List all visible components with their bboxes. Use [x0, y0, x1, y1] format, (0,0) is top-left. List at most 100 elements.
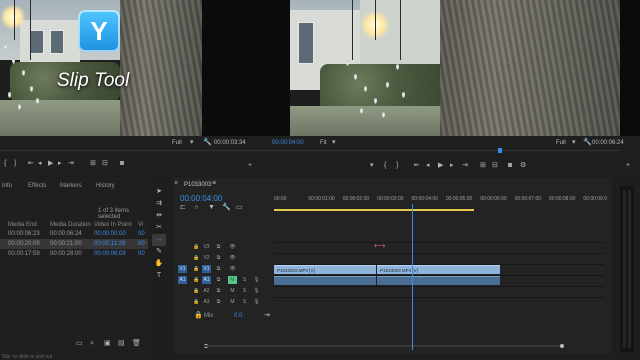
mark-in-icon[interactable]: { [4, 160, 6, 168]
program-fit-select[interactable]: Fit [320, 140, 327, 146]
table-row[interactable]: 00:00:06:23 00:00:06:24 00:00:00:00 00 [0, 229, 148, 239]
new-bin-icon[interactable]: ▣ [104, 340, 111, 348]
extract-icon[interactable]: ⊟ [492, 162, 498, 170]
source-timecode[interactable]: 00:00:03:34 [214, 140, 246, 146]
audio-clip[interactable] [377, 276, 500, 285]
ripple-edit-icon[interactable]: ⇹ [152, 210, 166, 222]
lock-icon[interactable]: 🔒 [192, 243, 201, 251]
tab-effects[interactable]: Effects [28, 183, 46, 189]
microphone-icon[interactable]: 🎙 [252, 287, 261, 295]
go-to-out-icon[interactable]: ⇥ [68, 160, 74, 168]
solo-button[interactable]: S [240, 298, 249, 306]
table-row-selected[interactable]: 00:00:20:09 00:00:21:00 00:00:11:29 00 [0, 239, 148, 249]
mute-button[interactable]: M [228, 298, 237, 306]
track-target[interactable]: A2 [202, 287, 211, 295]
sequence-tab[interactable]: P1033003 [184, 182, 211, 188]
add-marker-icon[interactable]: ▼ [208, 204, 215, 212]
mute-button[interactable]: M [228, 287, 237, 295]
sync-lock-icon[interactable]: ⧉ [214, 265, 223, 273]
program-playhead-timecode[interactable]: 00:00:04:00 [272, 140, 304, 146]
go-to-end-icon[interactable]: ⇥ [264, 312, 270, 320]
chevron-down-icon[interactable]: ▾ [572, 139, 576, 147]
settings-wrench-icon[interactable]: 🔧 [222, 204, 231, 212]
col-video-in-point[interactable]: Video In Point [94, 222, 131, 228]
captions-icon[interactable]: ▭ [236, 204, 243, 212]
new-item-icon[interactable]: ▤ [118, 340, 125, 348]
track-target[interactable]: V3 [202, 243, 211, 251]
tab-info[interactable]: Info [2, 183, 12, 189]
mark-out-icon[interactable]: } [14, 160, 16, 168]
microphone-icon[interactable]: 🎙 [252, 276, 261, 284]
menu-icon[interactable]: ≡ [212, 180, 216, 188]
source-patch[interactable] [178, 298, 187, 306]
step-back-icon[interactable]: ◂ [38, 160, 42, 168]
pen-tool-icon[interactable]: ✎ [152, 246, 166, 258]
play-icon[interactable]: ▶ [438, 162, 443, 170]
selection-tool-icon[interactable]: ➤ [152, 186, 166, 198]
track-target[interactable]: V2 [202, 254, 211, 262]
audio-clip[interactable] [274, 276, 377, 285]
source-patch[interactable] [178, 287, 187, 295]
work-area-bar[interactable] [274, 209, 474, 211]
timeline-timecode[interactable]: 00:00:04:00 [180, 194, 222, 203]
cell-video-in[interactable]: 00:00:00:00 [94, 229, 126, 239]
chevron-down-icon[interactable]: ▾ [190, 139, 194, 147]
mark-in-icon[interactable]: { [384, 162, 386, 170]
lock-icon[interactable]: 🔒 [192, 254, 201, 262]
source-patch[interactable]: A1 [178, 276, 187, 284]
step-forward-icon[interactable]: ▸ [450, 162, 454, 170]
insert-icon[interactable]: ⊞ [90, 160, 96, 168]
cell-video-in[interactable]: 00:00:06:09 [94, 249, 126, 259]
microphone-icon[interactable]: 🎙 [252, 298, 261, 306]
mix-value[interactable]: 0.0 [234, 313, 242, 319]
folder-icon[interactable]: ▭ [76, 340, 83, 348]
program-zoom-select[interactable]: Full [556, 140, 566, 146]
program-scrub-bar[interactable] [270, 150, 620, 151]
lock-icon[interactable]: 🔒 [192, 298, 201, 306]
slip-tool-icon[interactable]: ↔ [152, 234, 166, 246]
solo-button[interactable]: S [240, 287, 249, 295]
search-icon[interactable]: ⌕ [90, 340, 94, 348]
track-area[interactable]: P1033002.MP4 [V] P1033003.MP4 [V] [274, 242, 604, 322]
sync-lock-icon[interactable]: ⧉ [214, 298, 223, 306]
add-button-icon[interactable]: + [248, 162, 252, 170]
type-tool-icon[interactable]: T [152, 270, 166, 282]
wrench-icon[interactable]: 🔧 [583, 139, 592, 147]
step-back-icon[interactable]: ◂ [426, 162, 430, 170]
source-zoom-select[interactable]: Full [172, 140, 182, 146]
track-target[interactable]: A1 [202, 276, 211, 284]
tab-markers[interactable]: Markers [60, 183, 82, 189]
program-monitor-frame[interactable] [290, 0, 620, 136]
sync-lock-icon[interactable]: ⧉ [214, 287, 223, 295]
trash-icon[interactable]: 🗑 [132, 340, 141, 348]
timeline-scrollbar[interactable] [204, 344, 564, 348]
overwrite-icon[interactable]: ⊟ [102, 160, 108, 168]
source-patch[interactable] [178, 243, 187, 251]
lock-icon[interactable]: 🔒 [192, 287, 201, 295]
cell-video-in[interactable]: 00:00:11:29 [94, 239, 125, 249]
snap-icon[interactable]: ⊏ [180, 204, 186, 212]
go-to-in-icon[interactable]: ⇤ [414, 162, 420, 170]
camera-icon[interactable]: ◙ [508, 162, 512, 170]
video-clip[interactable]: P1033002.MP4 [V] [274, 265, 377, 274]
video-clip[interactable]: P1033003.MP4 [V] [377, 265, 500, 274]
chevron-down-icon[interactable]: ▾ [332, 139, 336, 147]
linked-selection-icon[interactable]: ∩ [194, 204, 199, 212]
settings-icon[interactable]: ⚙ [520, 162, 526, 170]
go-to-in-icon[interactable]: ⇤ [28, 160, 34, 168]
playhead[interactable] [411, 204, 413, 350]
close-icon[interactable]: × [174, 180, 178, 188]
source-patch[interactable]: V1 [178, 265, 187, 273]
eye-icon[interactable]: 👁 [228, 254, 237, 262]
lift-icon[interactable]: ⊞ [480, 162, 486, 170]
sync-lock-icon[interactable]: ⧉ [214, 243, 223, 251]
track-target[interactable]: A3 [202, 298, 211, 306]
sync-lock-icon[interactable]: ⧉ [214, 254, 223, 262]
track-lane[interactable] [274, 297, 604, 309]
lock-icon[interactable]: 🔒 [194, 312, 203, 320]
step-forward-icon[interactable]: ▸ [58, 160, 62, 168]
source-scrub-bar[interactable] [0, 150, 270, 151]
col-media-duration[interactable]: Media Duration [50, 222, 91, 228]
time-ruler[interactable]: 00:00 00:00:01:00 00:00:02:00 00:00:03:00 00… [274, 194, 607, 210]
lock-icon[interactable]: 🔒 [192, 265, 201, 273]
